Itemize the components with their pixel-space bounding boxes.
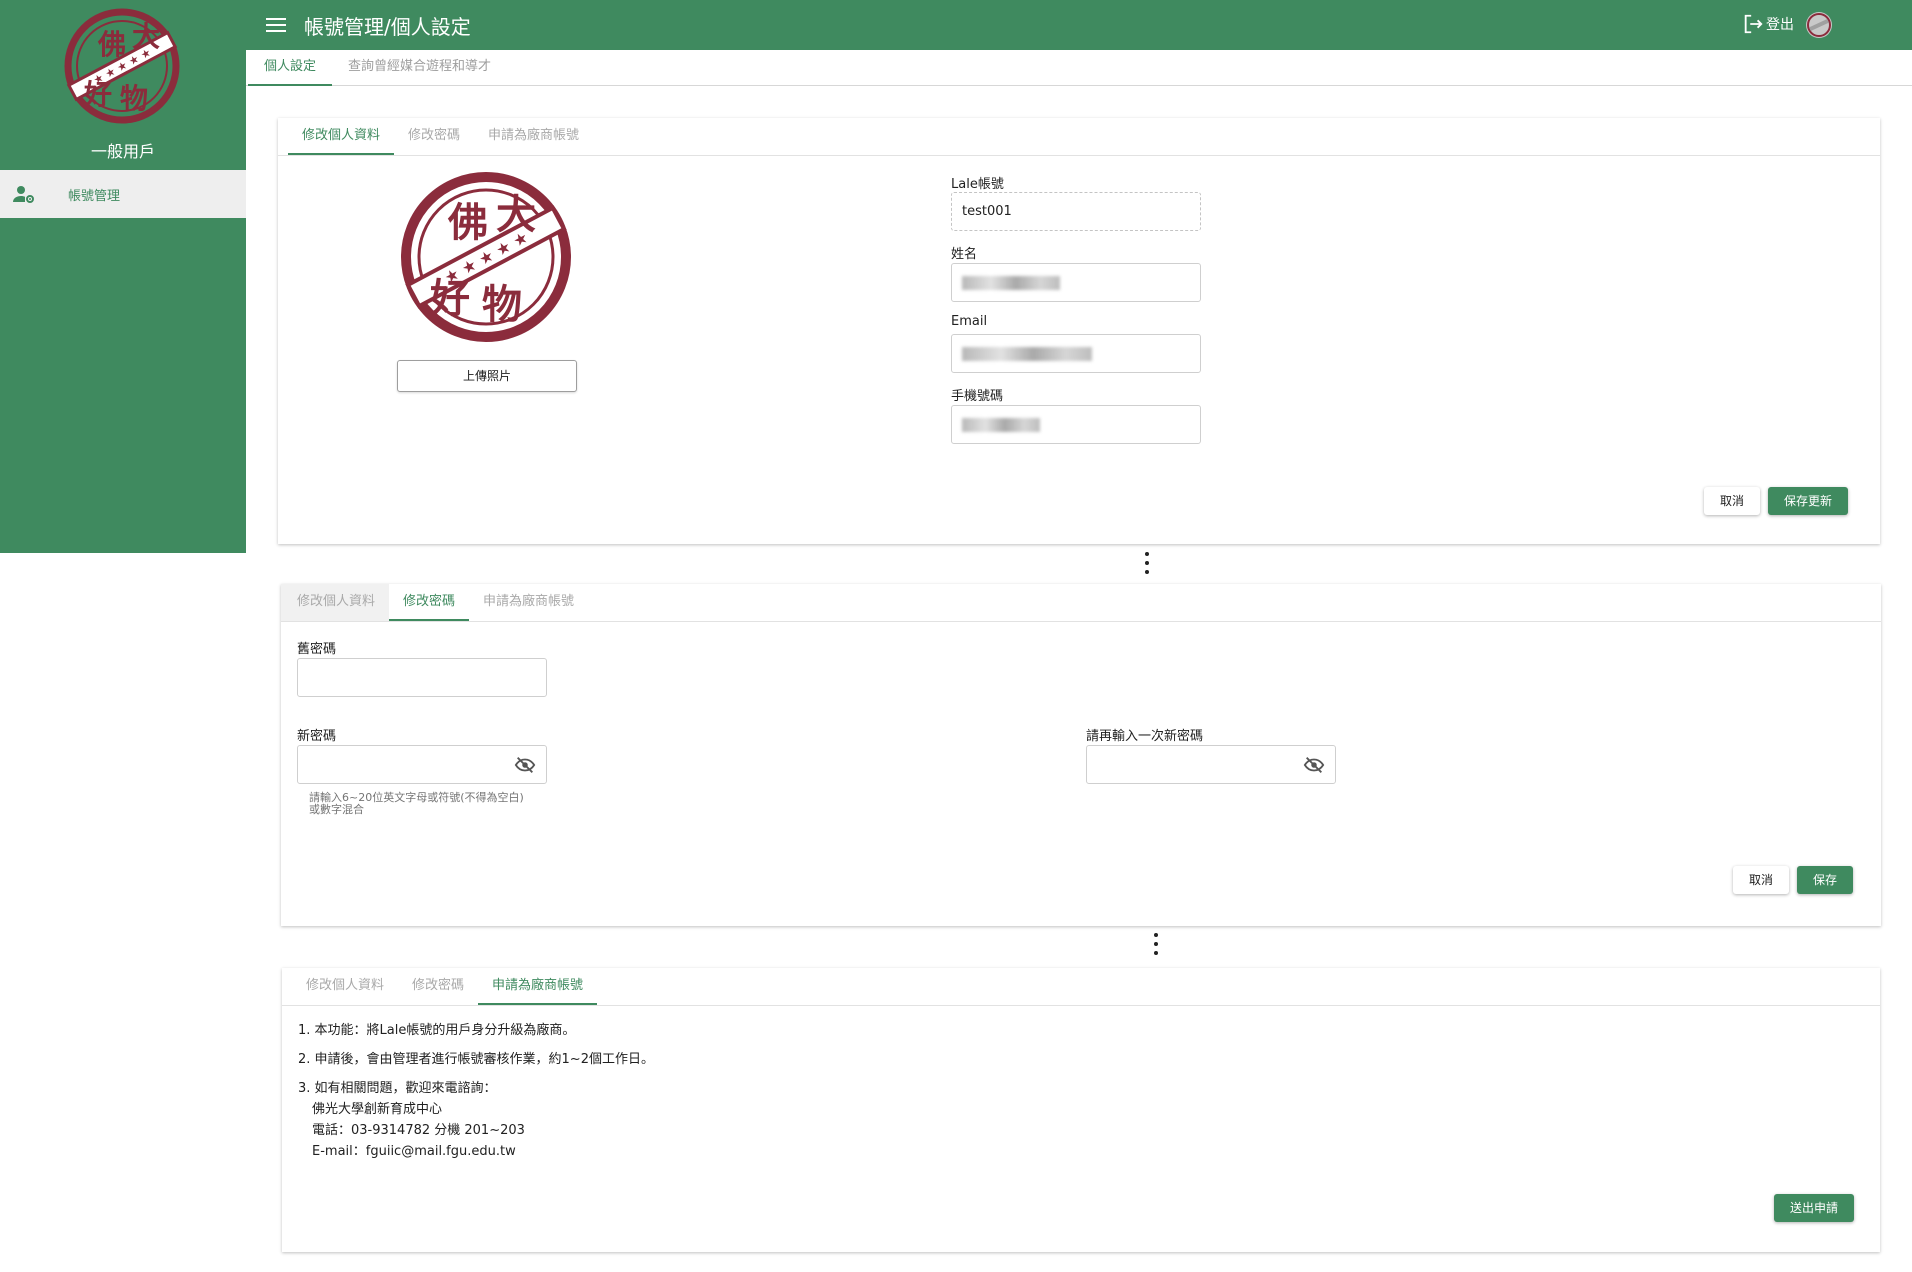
contact-org: 佛光大學創新育成中心	[312, 1102, 443, 1117]
password-card: 修改個人資料 修改密碼 申請為廠商帳號 舊密碼 新密碼 請輸入6~20位英文字母…	[281, 584, 1881, 926]
separator-dots-icon	[1154, 933, 1158, 960]
tab-change-password[interactable]: 修改密碼	[389, 584, 470, 621]
hamburger-menu-icon[interactable]	[265, 14, 287, 36]
tab-edit-profile[interactable]: 修改個人資料	[288, 118, 395, 155]
vendor-card-tabs: 修改個人資料 修改密碼 申請為廠商帳號	[282, 968, 1880, 1006]
page-title: 帳號管理/個人設定	[304, 14, 471, 39]
old-password-label: 舊密碼	[297, 642, 337, 657]
upload-photo-button[interactable]: 上傳照片	[397, 360, 577, 392]
photo-char-1: 佛	[447, 199, 488, 246]
logo-char-1: 佛	[97, 28, 126, 61]
photo-char-4: 物	[482, 281, 522, 328]
user-settings-icon	[13, 186, 34, 203]
avatar-image	[1807, 13, 1831, 37]
visibility-off-icon[interactable]	[514, 754, 536, 776]
visibility-off-icon[interactable]	[1303, 754, 1325, 776]
separator-dots-icon	[1145, 552, 1149, 579]
logo-char-2: 大	[132, 20, 160, 53]
contact-email: E-mail：fguiic@mail.fgu.edu.tw	[312, 1144, 516, 1159]
account-field: test001	[951, 192, 1201, 231]
sidebar: ★ ★ ★ ★ ★ 佛 大 好 物 一般用戶 帳號管理	[0, 0, 246, 553]
profile-photo: ★ ★ ★ ★ ★ 佛 大 好 物	[401, 172, 571, 342]
name-field[interactable]	[951, 263, 1201, 302]
email-value-redacted	[962, 347, 1092, 361]
phone-value-redacted	[962, 418, 1040, 432]
photo-char-2: 大	[496, 191, 536, 238]
account-label: Lale帳號	[951, 177, 1004, 192]
email-label: Email	[951, 314, 988, 329]
info-line-2: 2. 申請後，會由管理者進行帳號審核作業，約1~2個工作日。	[298, 1052, 654, 1067]
sidebar-item-account-management[interactable]: 帳號管理	[0, 170, 246, 218]
tab-personal-settings[interactable]: 個人設定	[248, 50, 333, 86]
profile-cancel-button[interactable]: 取消	[1704, 487, 1760, 515]
tab-apply-vendor[interactable]: 申請為廠商帳號	[474, 118, 593, 155]
info-line-3: 3. 如有相關問題，歡迎來電諮詢：	[298, 1081, 497, 1096]
logo-char-3: 好	[83, 78, 112, 111]
contact-phone: 電話：03-9314782 分機 201~203	[312, 1123, 525, 1138]
info-line-1: 1. 本功能：將Lale帳號的用戶身分升級為廠商。	[298, 1023, 576, 1038]
tab-change-password[interactable]: 修改密碼	[398, 968, 478, 1005]
tab-apply-vendor[interactable]: 申請為廠商帳號	[469, 584, 588, 621]
tab-match-history[interactable]: 查詢曾經媒合遊程和導才	[332, 50, 507, 86]
phone-field[interactable]	[951, 405, 1201, 444]
sidebar-item-label: 帳號管理	[68, 188, 121, 204]
user-role-label: 一般用戶	[90, 142, 155, 161]
new-password-field[interactable]	[297, 745, 547, 784]
confirm-password-label: 請再輸入一次新密碼	[1086, 729, 1204, 744]
new-password-label: 新密碼	[297, 729, 337, 744]
password-save-button[interactable]: 保存	[1797, 866, 1853, 894]
submit-application-button[interactable]: 送出申請	[1774, 1194, 1854, 1222]
password-hint: 請輸入6~20位英文字母或符號(不得為空白)或數字混合	[309, 791, 524, 816]
password-cancel-button[interactable]: 取消	[1733, 866, 1789, 894]
page-tabs: 個人設定 查詢曾經媒合遊程和導才	[246, 50, 1912, 86]
profile-save-button[interactable]: 保存更新	[1768, 487, 1848, 515]
logo-char-4: 物	[120, 82, 148, 115]
phone-label: 手機號碼	[951, 389, 1004, 404]
top-app-bar: 帳號管理/個人設定 登出	[246, 0, 1912, 50]
logout-icon	[1744, 14, 1763, 34]
tab-change-password[interactable]: 修改密碼	[394, 118, 474, 155]
name-label: 姓名	[951, 247, 978, 262]
vendor-info: 1. 本功能：將Lale帳號的用戶身分升級為廠商。 2. 申請後，會由管理者進行…	[298, 1020, 654, 1162]
photo-char-3: 好	[429, 275, 470, 322]
logout-button[interactable]: 登出	[1742, 13, 1794, 35]
old-password-field[interactable]	[297, 658, 547, 697]
profile-card: 修改個人資料 修改密碼 申請為廠商帳號 ★ ★ ★ ★ ★ 佛 大 好 物 上傳…	[278, 118, 1880, 544]
profile-card-tabs: 修改個人資料 修改密碼 申請為廠商帳號	[278, 118, 1880, 156]
email-field[interactable]	[951, 334, 1201, 373]
brand-logo: ★ ★ ★ ★ ★ 佛 大 好 物	[64, 8, 180, 124]
password-card-tabs: 修改個人資料 修改密碼 申請為廠商帳號	[281, 584, 1881, 622]
tab-apply-vendor[interactable]: 申請為廠商帳號	[478, 968, 598, 1005]
vendor-card: 修改個人資料 修改密碼 申請為廠商帳號 1. 本功能：將Lale帳號的用戶身分升…	[282, 968, 1880, 1252]
tab-edit-profile[interactable]: 修改個人資料	[292, 968, 398, 1005]
tab-edit-profile[interactable]: 修改個人資料	[281, 584, 390, 621]
confirm-password-field[interactable]	[1086, 745, 1336, 784]
logout-label: 登出	[1766, 17, 1794, 33]
name-value-redacted	[962, 276, 1060, 290]
avatar[interactable]	[1806, 12, 1832, 38]
